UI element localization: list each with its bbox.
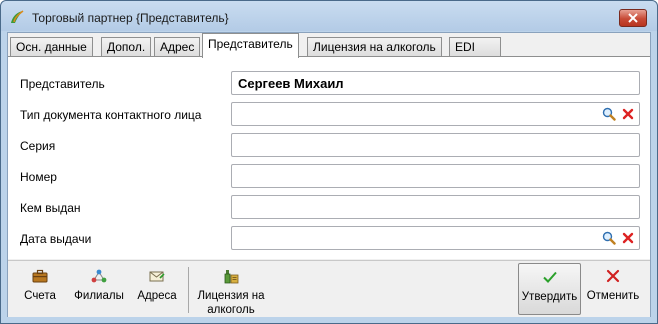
dialog-client-area: Осн. данные Допол. Адрес Представитель Л… [7,32,651,317]
tab-edi[interactable]: EDI [449,37,501,57]
representative-field[interactable]: Сергеев Михаил [231,71,640,95]
representative-value: Сергеев Михаил [238,76,344,91]
tab-label: Адрес [160,40,195,54]
tab-address[interactable]: Адрес [154,37,201,57]
app-logo-icon [11,10,24,23]
search-icon[interactable] [602,107,616,121]
confirm-button[interactable]: Утвердить [518,263,581,315]
tab-strip: Осн. данные Допол. Адрес Представитель Л… [8,33,650,58]
alcohol-license-label-1: Лицензия на [197,290,265,302]
tab-main-data[interactable]: Осн. данные [10,37,93,57]
number-label: Номер [20,170,57,184]
doc-type-label: Тип документа контактного лица [20,108,202,122]
cancel-button[interactable]: Отменить [584,263,642,315]
alcohol-license-icon [224,270,239,284]
accounts-label: Счета [24,290,56,302]
tab-label: Осн. данные [16,40,87,54]
tab-alcohol-license[interactable]: Лицензия на алкоголь [307,37,442,57]
dialog-window: Торговый партнер {Представитель} Осн. да… [0,0,658,324]
branches-button[interactable]: Филиалы [70,263,128,315]
representative-label: Представитель [20,77,105,91]
alcohol-license-label-2: алкоголь [207,304,255,316]
issue-date-field[interactable] [231,226,640,250]
series-field[interactable] [231,133,640,157]
window-title: Торговый партнер {Представитель} [32,11,229,25]
tab-label: EDI [455,40,476,54]
cancel-x-icon [606,269,620,283]
representative-panel: Представитель Сергеев Михаил Тип докумен… [8,56,650,259]
tab-representative[interactable]: Представитель [202,33,299,58]
bottom-toolbar: Счета Филиалы Адреса Лицензия на алкогол… [8,260,650,317]
envelope-icon [149,271,165,282]
branches-label: Филиалы [74,290,124,302]
issue-date-actions [602,231,635,245]
issued-by-label: Кем выдан [20,201,81,215]
alcohol-license-button[interactable]: Лицензия на алкоголь [194,263,268,316]
clear-icon[interactable] [621,231,635,245]
addresses-button[interactable]: Адреса [134,263,180,315]
branches-icon [91,269,107,283]
toolbar-separator [188,267,189,313]
doc-type-field[interactable] [231,102,640,126]
close-button[interactable] [619,9,647,27]
tab-label: Допол. [107,40,146,54]
issued-by-field[interactable] [231,195,640,219]
close-icon [628,13,638,23]
checkmark-icon [542,271,557,283]
confirm-label: Утвердить [521,291,578,303]
briefcase-icon [32,269,48,283]
title-bar[interactable]: Торговый партнер {Представитель} [1,1,657,31]
search-icon[interactable] [602,231,616,245]
addresses-label: Адреса [137,290,177,302]
doc-type-actions [602,107,635,121]
accounts-button[interactable]: Счета [18,263,62,315]
issue-date-label: Дата выдачи [20,232,92,246]
tab-additional[interactable]: Допол. [101,37,152,57]
number-field[interactable] [231,164,640,188]
clear-icon[interactable] [621,107,635,121]
cancel-label: Отменить [586,290,640,302]
series-label: Серия [20,139,56,153]
tab-label: Лицензия на алкоголь [313,40,436,54]
tab-label: Представитель [208,37,293,51]
